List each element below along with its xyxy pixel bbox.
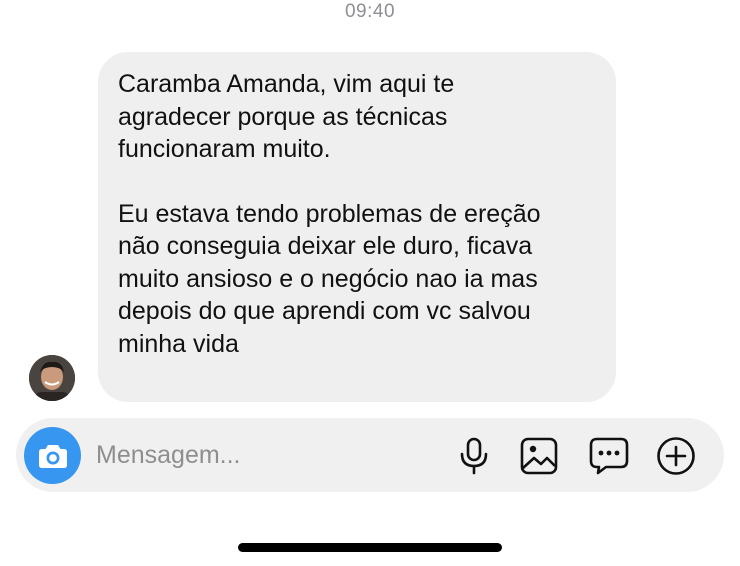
home-indicator[interactable]	[238, 543, 502, 552]
message-paragraph: Eu estava tendo problemas de ereção não …	[118, 199, 541, 358]
message-timestamp: 09:40	[344, 1, 396, 22]
add-button[interactable]	[655, 435, 697, 477]
plus-circle-icon	[657, 437, 695, 475]
message-composer	[16, 418, 724, 492]
camera-icon	[38, 444, 67, 468]
gallery-icon	[520, 437, 558, 475]
message-bubble[interactable]: Caramba Amanda, vim aqui te agradecer po…	[98, 52, 616, 402]
camera-button[interactable]	[24, 427, 81, 484]
microphone-icon	[460, 437, 488, 475]
avatar[interactable]	[29, 355, 75, 401]
sticker-button[interactable]	[588, 435, 630, 477]
avatar-photo	[29, 355, 75, 401]
message-input[interactable]	[96, 436, 426, 474]
sticker-icon	[589, 437, 629, 475]
message-paragraph: Caramba Amanda, vim aqui te agradecer po…	[118, 70, 455, 163]
gallery-button[interactable]	[518, 435, 560, 477]
microphone-button[interactable]	[453, 435, 495, 477]
